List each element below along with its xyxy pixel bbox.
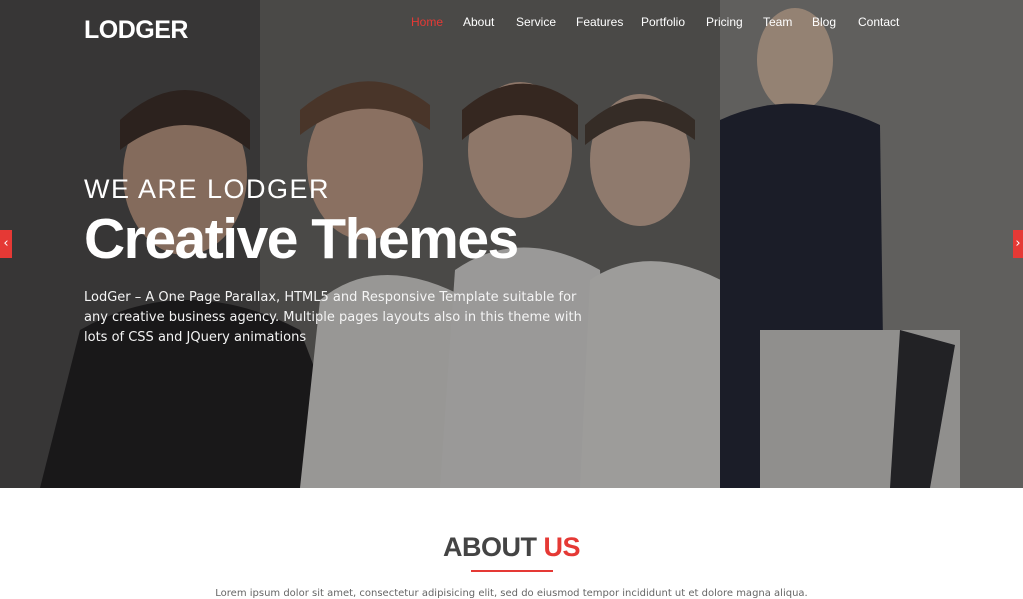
nav-item-about[interactable]: About — [463, 15, 494, 29]
about-title-main: ABOUT — [442, 532, 537, 562]
slider-next-button[interactable]: › — [1013, 230, 1023, 258]
hero-caption: WE ARE LODGER Creative Themes LodGer – A… — [84, 174, 584, 348]
chevron-left-icon: ‹ — [3, 236, 9, 251]
chevron-right-icon: › — [1015, 236, 1021, 251]
site-logo[interactable]: LODGER — [84, 16, 188, 45]
hero-slider: LODGER Home About Service Features Portf… — [0, 0, 1023, 488]
nav-item-home[interactable]: Home — [411, 15, 443, 29]
about-text: Lorem ipsum dolor sit amet, consectetur … — [215, 588, 808, 599]
about-section: ABOUT US Lorem ipsum dolor sit amet, con… — [0, 488, 1023, 599]
about-title-accent: US — [543, 532, 581, 562]
slider-prev-button[interactable]: ‹ — [0, 230, 12, 258]
nav-item-service[interactable]: Service — [516, 15, 556, 29]
nav-item-portfolio[interactable]: Portfolio — [641, 15, 685, 29]
nav-item-blog[interactable]: Blog — [812, 15, 836, 29]
hero-headline: Creative Themes — [84, 207, 519, 271]
hero-description: LodGer – A One Page Parallax, HTML5 and … — [84, 290, 582, 345]
about-title-underline — [471, 570, 553, 572]
nav-item-team[interactable]: Team — [763, 15, 792, 29]
hero-eyebrow: WE ARE LODGER — [84, 174, 331, 204]
nav-item-contact[interactable]: Contact — [858, 15, 899, 29]
about-title: ABOUT US — [0, 532, 1023, 563]
nav-item-pricing[interactable]: Pricing — [706, 15, 743, 29]
nav-item-features[interactable]: Features — [576, 15, 623, 29]
